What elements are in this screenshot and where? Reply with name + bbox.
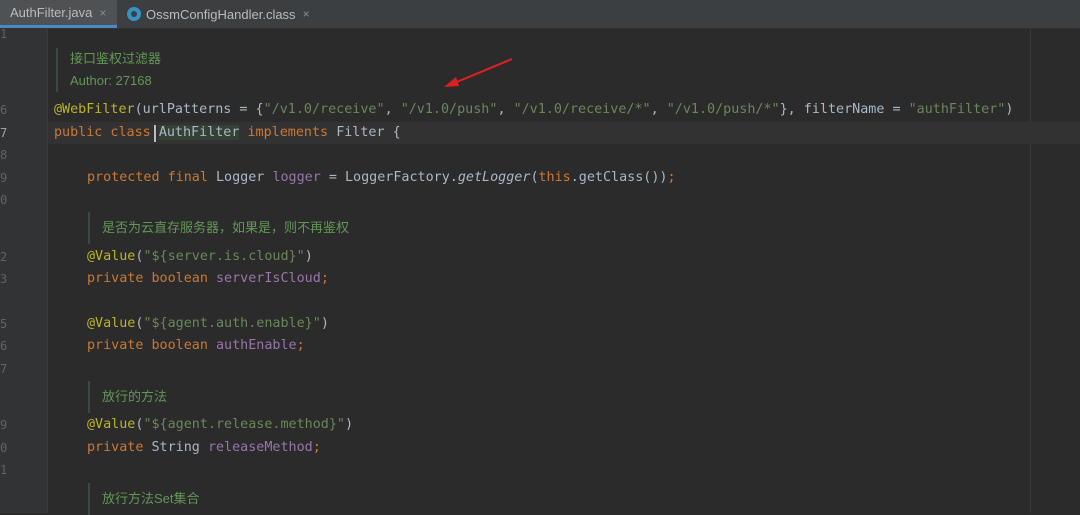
ide-window: AuthFilter.java × OssmConfigHandler.clas… — [0, 0, 1080, 515]
annotation-arrow-icon — [444, 58, 513, 87]
